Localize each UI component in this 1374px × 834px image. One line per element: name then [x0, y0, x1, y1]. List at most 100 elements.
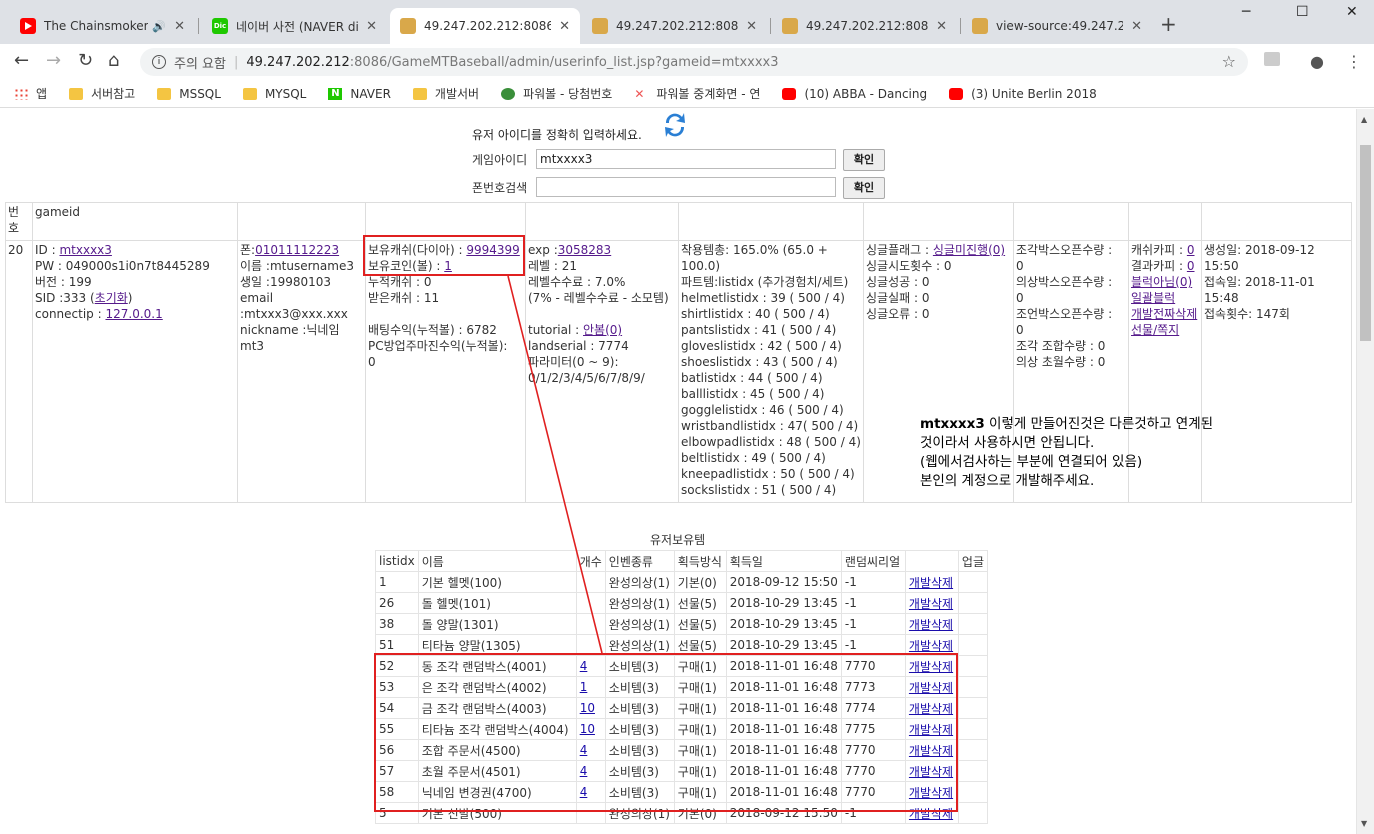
item-listidx: 1 [375, 571, 419, 593]
item-serial: -1 [840, 592, 906, 614]
close-window-icon[interactable]: ✕ [1346, 4, 1358, 20]
tab-active-site[interactable]: 49.247.202.212:8086/G ✕ [390, 8, 580, 44]
equipment-line: kneepadlistidx : 50 ( 500 / 4) [681, 467, 855, 481]
bookmark-star-icon[interactable]: ☆ [1222, 52, 1236, 71]
item-delete-link[interactable]: 개발삭제 [909, 639, 953, 653]
login-count-text: 접속횟수: 147회 [1204, 307, 1290, 321]
block-status-link[interactable]: 블럭아님(0) [1131, 275, 1192, 289]
result-copy-link[interactable]: 0 [1187, 259, 1195, 273]
bookmark-unite-berlin[interactable]: (3) Unite Berlin 2018 [949, 87, 1097, 101]
bookmark-powerball-live[interactable]: ✕ 파워볼 중계화면 - 연 [634, 85, 760, 102]
close-tab-icon[interactable]: ✕ [1131, 19, 1142, 34]
tab-naver-dict[interactable]: Dic 네이버 사전 (NAVER di ✕ [202, 8, 387, 44]
gameid-input[interactable]: mtxxxx3 [536, 149, 836, 169]
address-bar[interactable]: i 주의 요함 | 49.247.202.212 :8086/GameMTBas… [140, 48, 1248, 76]
new-tab-button[interactable]: + [1160, 12, 1177, 36]
gameid-link[interactable]: mtxxxx3 [59, 243, 111, 257]
menu-icon[interactable]: ⋮ [1346, 52, 1362, 71]
equipment-line: gloveslistidx : 42 ( 500 / 4) [681, 339, 842, 353]
connectip-link[interactable]: 127.0.0.1 [105, 307, 162, 321]
bookmark-abba[interactable]: (10) ABBA - Dancing [782, 87, 927, 101]
bookmarks-bar: 앱 서버참고 MSSQL MYSQL N NAVER 개발서버 파워볼 - 당첨… [0, 80, 1374, 108]
item-serial: -1 [840, 613, 906, 635]
forward-icon[interactable]: → [46, 50, 61, 71]
powerball-icon [501, 87, 516, 100]
youtube-icon [782, 87, 797, 100]
maximize-icon[interactable]: ☐ [1296, 4, 1309, 20]
close-tab-icon[interactable]: ✕ [746, 19, 757, 34]
equipment-cell: 착용템총: 165.0% (65.0 + 100.0) 파트템:listidx … [678, 240, 864, 503]
tutorial-link[interactable]: 안봄(0) [583, 323, 622, 337]
gameid-confirm-button[interactable]: 확인 [843, 149, 885, 171]
tab-view-source[interactable]: view-source:49.247.202 ✕ [962, 8, 1152, 44]
single-flag-link[interactable]: 싱글미진행(0) [933, 243, 1005, 257]
scroll-down-icon[interactable]: ▼ [1361, 819, 1367, 828]
equipment-line: beltlistidx : 49 ( 500 / 4) [681, 451, 826, 465]
header-empty [678, 202, 864, 241]
refresh-icon[interactable] [662, 109, 688, 141]
equipment-line: balllistidx : 45 ( 500 / 4) [681, 387, 825, 401]
scroll-thumb[interactable] [1360, 145, 1371, 341]
close-tab-icon[interactable]: ✕ [366, 19, 377, 34]
close-tab-icon[interactable]: ✕ [559, 19, 570, 34]
equipment-line: 파트템:listidx (추가경험치/세트) [681, 275, 849, 289]
bookmark-dev-server[interactable]: 개발서버 [412, 85, 479, 102]
reload-icon[interactable]: ↻ [78, 50, 93, 71]
col-upgrade: 업글 [957, 550, 989, 572]
box-line: 의상 초월수량 : 0 [1016, 355, 1106, 369]
bulk-block-link[interactable]: 일괄블럭 [1131, 291, 1175, 305]
bookmark-mysql[interactable]: MYSQL [242, 87, 306, 101]
level-cell: exp :3058283 레벨 : 21 레벨수수료 : 7.0% (7% - … [525, 240, 679, 503]
bookmark-powerball[interactable]: 파워볼 - 당첨번호 [501, 85, 612, 102]
close-tab-icon[interactable]: ✕ [936, 19, 947, 34]
home-icon[interactable]: ⌂ [108, 50, 119, 71]
cash-copy-link[interactable]: 0 [1187, 243, 1195, 257]
col-listidx: listidx [375, 550, 419, 572]
exp-link[interactable]: 3058283 [558, 243, 611, 257]
dev-delete-link[interactable]: 개발전짜삭제 [1131, 307, 1197, 321]
header-empty [1013, 202, 1129, 241]
tab-site-2[interactable]: 49.247.202.212:8086/G ✕ [582, 8, 767, 44]
url-path: :8086/GameMTBaseball/admin/userinfo_list… [349, 54, 779, 70]
item-upgrade-cell [957, 697, 989, 719]
item-date: 2018-10-29 13:45 [725, 613, 842, 635]
sid-reset-link[interactable]: 초기화 [95, 291, 128, 305]
back-icon[interactable]: ← [14, 50, 29, 71]
bookmark-server-ref[interactable]: 서버참고 [69, 85, 135, 102]
phone-link[interactable]: 01011112223 [255, 243, 339, 257]
bookmark-label: 앱 [36, 87, 48, 101]
item-name: 돌 헬멧(101) [417, 592, 577, 614]
tutorial-label: tutorial : [528, 323, 580, 337]
gift-message-link[interactable]: 선물/쪽지 [1131, 323, 1179, 337]
close-tab-icon[interactable]: ✕ [174, 19, 185, 34]
item-inventory: 완성의상(1) [604, 571, 675, 593]
item-delete-link[interactable]: 개발삭제 [909, 618, 953, 632]
item-row: 38 돌 양말(1301) 완성의상(1) 선물(5) 2018-10-29 13:45… [375, 613, 989, 635]
gameid-label: 게임아이디 [472, 152, 528, 167]
tab-site-3[interactable]: 49.247.202.212:8086/G ✕ [772, 8, 957, 44]
item-upgrade-cell [957, 571, 989, 593]
box-line: 0 [1016, 259, 1024, 273]
item-count [575, 571, 606, 593]
phone-input[interactable] [536, 177, 836, 197]
info-icon[interactable]: i [152, 55, 166, 69]
extension-icon[interactable] [1264, 52, 1280, 66]
profile-icon[interactable]: ● [1310, 52, 1324, 71]
page-scrollbar[interactable]: ▲ ▼ [1356, 109, 1374, 834]
bookmark-mssql[interactable]: MSSQL [157, 87, 221, 101]
info-header-row: 번호 gameid [5, 202, 1352, 241]
phone-confirm-button[interactable]: 확인 [843, 177, 885, 199]
bookmark-apps[interactable]: 앱 [14, 85, 47, 102]
account-cell: ID : mtxxxx3 PW : 049000s1i0n7t8445289 버… [32, 240, 238, 503]
tab-chainsmokers[interactable]: The Chainsmokers 🔊 ✕ [10, 8, 195, 44]
box-line: 조각박스오픈수량 : [1016, 243, 1113, 257]
bookmark-naver[interactable]: N NAVER [328, 87, 391, 101]
tab-title: The Chainsmokers [44, 19, 149, 33]
item-listidx: 38 [375, 613, 419, 635]
speaker-icon[interactable]: 🔊 [152, 20, 166, 33]
item-delete-link[interactable]: 개발삭제 [909, 576, 953, 590]
birth-text: 생일 :19980103 [240, 275, 332, 289]
scroll-up-icon[interactable]: ▲ [1361, 115, 1367, 124]
minimize-icon[interactable]: ─ [1242, 4, 1250, 20]
item-delete-link[interactable]: 개발삭제 [909, 597, 953, 611]
